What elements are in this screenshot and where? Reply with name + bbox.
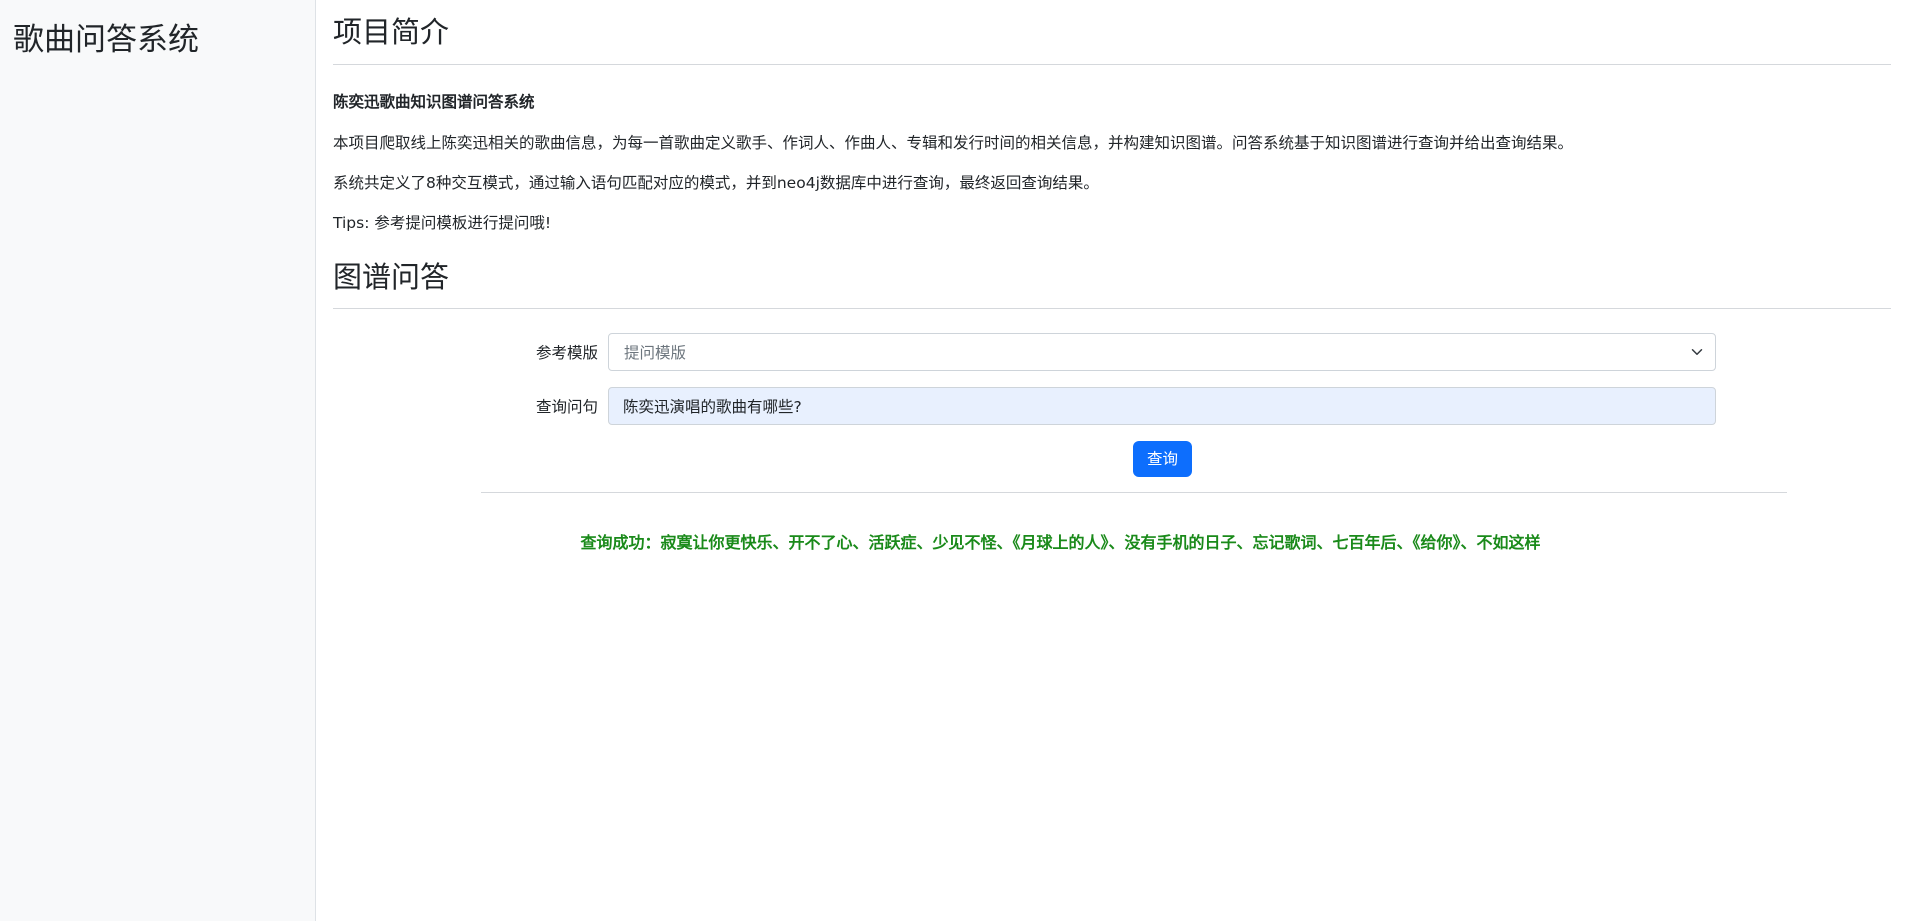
app-layout: 歌曲问答系统 项目简介 陈奕迅歌曲知识图谱问答系统 本项目爬取线上陈奕迅相关的歌… [0,0,1920,921]
result-divider [481,491,1787,493]
qa-section-title: 图谱问答 [333,260,450,295]
intro-section-title: 项目简介 [333,15,450,49]
query-result: 查询成功：寂寞让你更快乐、开不了心、活跃症、少见不怪、《月球上的人》、没有手机的… [580,532,1541,552]
template-label: 参考模版 [535,343,598,362]
query-row: 查询问句 陈奕迅演唱的歌曲有哪些? [515,386,1905,425]
query-input[interactable]: 陈奕迅演唱的歌曲有哪些? [608,386,1716,425]
qa-form: 参考模版 提问模版 查询问句 陈奕迅演唱的歌曲有哪些? 查询 查询成功：寂寞让你… [333,332,1905,553]
chevron-down-icon [1691,346,1703,358]
right-edge [1891,0,1905,921]
intro-tips: Tips: 参考提问模板进行提问哦! [333,214,552,232]
intro-divider [333,64,1905,66]
intro-body: 陈奕迅歌曲知识图谱问答系统 本项目爬取线上陈奕迅相关的歌曲信息，为每一首歌曲定义… [333,91,1905,235]
template-select[interactable]: 提问模版 [608,332,1716,371]
query-label: 查询问句 [535,397,598,416]
intro-paragraph-1: 本项目爬取线上陈奕迅相关的歌曲信息，为每一首歌曲定义歌手、作词人、作曲人、专辑和… [333,133,1574,152]
button-row: 查询 [515,440,1716,477]
template-select-value: 提问模版 [624,343,687,362]
template-row: 参考模版 提问模版 [515,332,1905,371]
query-input-value: 陈奕迅演唱的歌曲有哪些? [623,397,802,416]
sidebar-title: 歌曲问答系统 [13,22,199,58]
intro-paragraph-2: 系统共定义了8种交互模式，通过输入语句匹配对应的模式，并到neo4j数据库中进行… [333,173,1099,192]
qa-divider [333,307,1905,309]
intro-heading: 陈奕迅歌曲知识图谱问答系统 [333,93,535,112]
sidebar: 歌曲问答系统 [0,0,316,921]
query-button[interactable]: 查询 [1132,440,1192,477]
main-content: 项目简介 陈奕迅歌曲知识图谱问答系统 本项目爬取线上陈奕迅相关的歌曲信息，为每一… [316,0,1905,921]
